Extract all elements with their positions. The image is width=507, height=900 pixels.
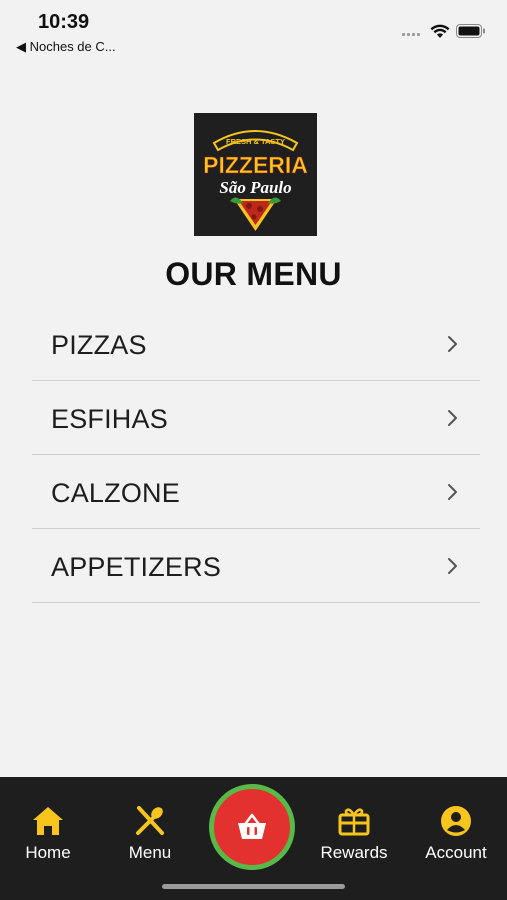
menu-item-label: CALZONE — [51, 478, 180, 508]
menu-item-label: ESFIHAS — [51, 404, 168, 434]
menu-item-calzone[interactable]: CALZONE — [32, 455, 480, 529]
chevron-right-icon — [448, 410, 457, 426]
chevron-right-icon — [448, 558, 457, 574]
battery-icon — [456, 24, 485, 38]
menu-item-label: PIZZAS — [51, 330, 147, 360]
tab-home-label: Home — [25, 843, 71, 862]
cellular-signal-icon — [402, 33, 424, 37]
tab-rewards[interactable]: Rewards — [304, 777, 404, 877]
back-to-app-link[interactable]: ◀ Noches de C... — [16, 39, 116, 55]
menu-item-appetizers[interactable]: APPETIZERS — [32, 529, 480, 603]
chevron-right-icon — [448, 336, 457, 352]
cart-button[interactable] — [209, 784, 295, 870]
tab-account[interactable]: Account — [406, 777, 506, 877]
tab-rewards-label: Rewards — [320, 843, 388, 862]
menu-item-esfihas[interactable]: ESFIHAS — [32, 381, 480, 455]
tab-menu[interactable]: Menu — [100, 777, 200, 877]
gift-card-icon — [338, 808, 370, 836]
tab-home[interactable]: Home — [0, 777, 98, 877]
logo-name-line1: PIZZERIA — [203, 152, 308, 178]
chevron-right-icon — [448, 484, 457, 500]
menu-item-label: APPETIZERS — [51, 552, 222, 582]
wifi-icon — [430, 24, 450, 38]
logo-tagline: FRESH & TASTY — [226, 137, 285, 146]
tab-menu-label: Menu — [128, 843, 172, 862]
home-icon — [33, 807, 63, 835]
user-circle-icon — [441, 806, 471, 836]
fork-knife-icon — [136, 806, 164, 835]
status-time: 10:39 — [38, 11, 90, 33]
logo-name-line2: São Paulo — [219, 178, 291, 197]
tab-account-label: Account — [425, 843, 487, 862]
menu-item-pizzas[interactable]: PIZZAS — [32, 307, 480, 381]
page-title: OUR MENU — [165, 256, 342, 292]
pizzeria-logo: FRESH & TASTY PIZZERIA São Paulo — [194, 113, 317, 236]
status-bar: 10:39 ◀ Noches de C... — [0, 0, 507, 62]
home-indicator — [162, 884, 345, 889]
menu-category-list: PIZZAS ESFIHAS CALZONE APPETIZERS — [32, 307, 480, 603]
basket-icon — [238, 813, 266, 839]
